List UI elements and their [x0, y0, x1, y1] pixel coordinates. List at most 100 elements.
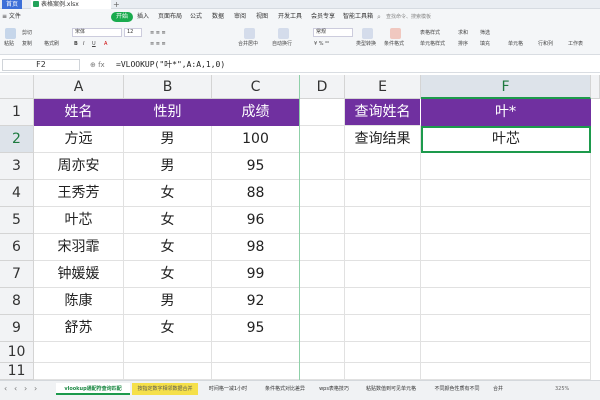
row-header-6[interactable]: 6: [0, 234, 34, 261]
table-cell[interactable]: 女: [124, 180, 212, 207]
column-header-d[interactable]: D: [300, 75, 345, 99]
type-convert-icon[interactable]: [362, 28, 373, 39]
row-col-button[interactable]: 行和列: [538, 40, 553, 48]
conditional-format-button[interactable]: 条件格式: [384, 40, 404, 48]
empty-cell[interactable]: [345, 342, 421, 363]
empty-cell[interactable]: [300, 180, 345, 207]
bold-button[interactable]: B: [74, 40, 78, 48]
prev-sheet-icon[interactable]: ‹: [14, 384, 17, 394]
empty-cell[interactable]: [421, 180, 591, 207]
empty-cell[interactable]: [421, 234, 591, 261]
table-cell[interactable]: 钟媛媛: [34, 261, 124, 288]
empty-cell[interactable]: [421, 261, 591, 288]
cell-button[interactable]: 单元格: [508, 40, 523, 48]
empty-cell[interactable]: [300, 261, 345, 288]
empty-cell[interactable]: [345, 315, 421, 342]
worksheet-button[interactable]: 工作表: [568, 40, 583, 48]
menu-view[interactable]: 视图: [256, 12, 268, 22]
query-name-value[interactable]: 叶*: [421, 99, 591, 126]
table-cell[interactable]: 92: [212, 288, 300, 315]
empty-cell[interactable]: [300, 363, 345, 380]
row-header-10[interactable]: 10: [0, 342, 34, 363]
empty-cell[interactable]: [300, 234, 345, 261]
command-search[interactable]: ⌕ 查找命令、搜索模板: [377, 12, 455, 22]
menu-insert[interactable]: 插入: [137, 12, 149, 22]
cut-button[interactable]: 剪切: [22, 29, 32, 37]
table-cell[interactable]: 女: [124, 207, 212, 234]
number-format-select[interactable]: 常规: [313, 28, 353, 37]
align-center-icon[interactable]: ≡ ≡ ≡: [150, 40, 166, 48]
table-cell[interactable]: 男: [124, 126, 212, 153]
table-cell[interactable]: 100: [212, 126, 300, 153]
zoom-level[interactable]: 325%: [555, 384, 569, 394]
select-all-corner[interactable]: [0, 75, 34, 99]
conditional-format-icon[interactable]: [390, 28, 401, 39]
table-cell[interactable]: 女: [124, 261, 212, 288]
home-tab[interactable]: 首页: [2, 0, 23, 9]
empty-cell[interactable]: [300, 153, 345, 180]
next-sheet-icon[interactable]: ›: [24, 384, 27, 394]
empty-cell[interactable]: [124, 363, 212, 380]
last-sheet-icon[interactable]: ›: [34, 384, 37, 394]
sheet-tab-time-minus[interactable]: 时间格一减1小时: [200, 383, 256, 395]
table-cell[interactable]: 陈康: [34, 288, 124, 315]
table-cell[interactable]: 99: [212, 261, 300, 288]
table-header-cell[interactable]: 性别: [124, 99, 212, 126]
filter-button[interactable]: 筛选: [480, 29, 490, 37]
table-cell[interactable]: 男: [124, 153, 212, 180]
empty-cell[interactable]: [212, 342, 300, 363]
row-header-1[interactable]: 1: [0, 99, 34, 126]
format-painter-button[interactable]: 格式刷: [44, 40, 59, 48]
empty-cell[interactable]: [212, 363, 300, 380]
table-cell[interactable]: 方远: [34, 126, 124, 153]
sheet-tab-merge[interactable]: 合并: [488, 383, 508, 395]
empty-cell[interactable]: [345, 207, 421, 234]
table-header-cell[interactable]: 成绩: [212, 99, 300, 126]
column-header-g[interactable]: [591, 75, 600, 99]
menu-member[interactable]: 会员专享: [311, 12, 335, 22]
table-cell[interactable]: 宋羽霏: [34, 234, 124, 261]
sort-button[interactable]: 排序: [458, 40, 468, 48]
file-tab[interactable]: 表格案例.xlsx: [31, 0, 111, 9]
menu-data[interactable]: 数据: [212, 12, 224, 22]
empty-cell[interactable]: [421, 363, 591, 380]
row-header-11[interactable]: 11: [0, 363, 34, 380]
empty-cell[interactable]: [345, 288, 421, 315]
sheet-tab-merge-adjacent[interactable]: 按指定数字相邻数据合并: [132, 383, 198, 395]
paste-button[interactable]: 粘贴: [4, 40, 14, 48]
sheet-tab-wps-tips[interactable]: wps表格技巧: [314, 383, 354, 395]
table-cell[interactable]: 女: [124, 315, 212, 342]
table-cell[interactable]: 周亦安: [34, 153, 124, 180]
cell-style-button[interactable]: 单元格样式: [420, 40, 445, 48]
merge-center-button[interactable]: 合并居中: [238, 40, 258, 48]
column-header-e[interactable]: E: [345, 75, 421, 99]
empty-cell[interactable]: [345, 261, 421, 288]
wrap-text-icon[interactable]: [278, 28, 289, 39]
empty-cell[interactable]: [300, 126, 345, 153]
first-sheet-icon[interactable]: ‹: [4, 384, 7, 394]
table-style-button[interactable]: 表格样式: [420, 29, 440, 37]
table-cell[interactable]: 95: [212, 153, 300, 180]
fx-icon[interactable]: ⊕ fx: [90, 59, 105, 71]
empty-cell[interactable]: [421, 342, 591, 363]
sheet-tab-color-types[interactable]: 不同颜色性质有不同: [428, 383, 486, 395]
column-header-a[interactable]: A: [34, 75, 124, 99]
merge-center-icon[interactable]: [244, 28, 255, 39]
column-header-b[interactable]: B: [124, 75, 212, 99]
sheet-tab-vlookup[interactable]: vlookup通配符查询匹配: [56, 383, 130, 395]
empty-cell[interactable]: [300, 342, 345, 363]
empty-cell[interactable]: [300, 99, 345, 126]
font-size-select[interactable]: 12: [124, 28, 142, 37]
table-cell[interactable]: 88: [212, 180, 300, 207]
formula-input[interactable]: =VLOOKUP("叶*",A:A,1,0): [116, 59, 225, 71]
font-color-icon[interactable]: A: [104, 40, 107, 48]
menu-start[interactable]: 开始: [111, 12, 134, 22]
empty-cell[interactable]: [34, 342, 124, 363]
menu-review[interactable]: 审阅: [234, 12, 246, 22]
query-name-label[interactable]: 查询姓名: [345, 99, 421, 126]
table-cell[interactable]: 95: [212, 315, 300, 342]
row-header-2[interactable]: 2: [0, 126, 34, 153]
row-header-7[interactable]: 7: [0, 261, 34, 288]
empty-cell[interactable]: [124, 342, 212, 363]
wrap-text-button[interactable]: 自动换行: [272, 40, 292, 48]
